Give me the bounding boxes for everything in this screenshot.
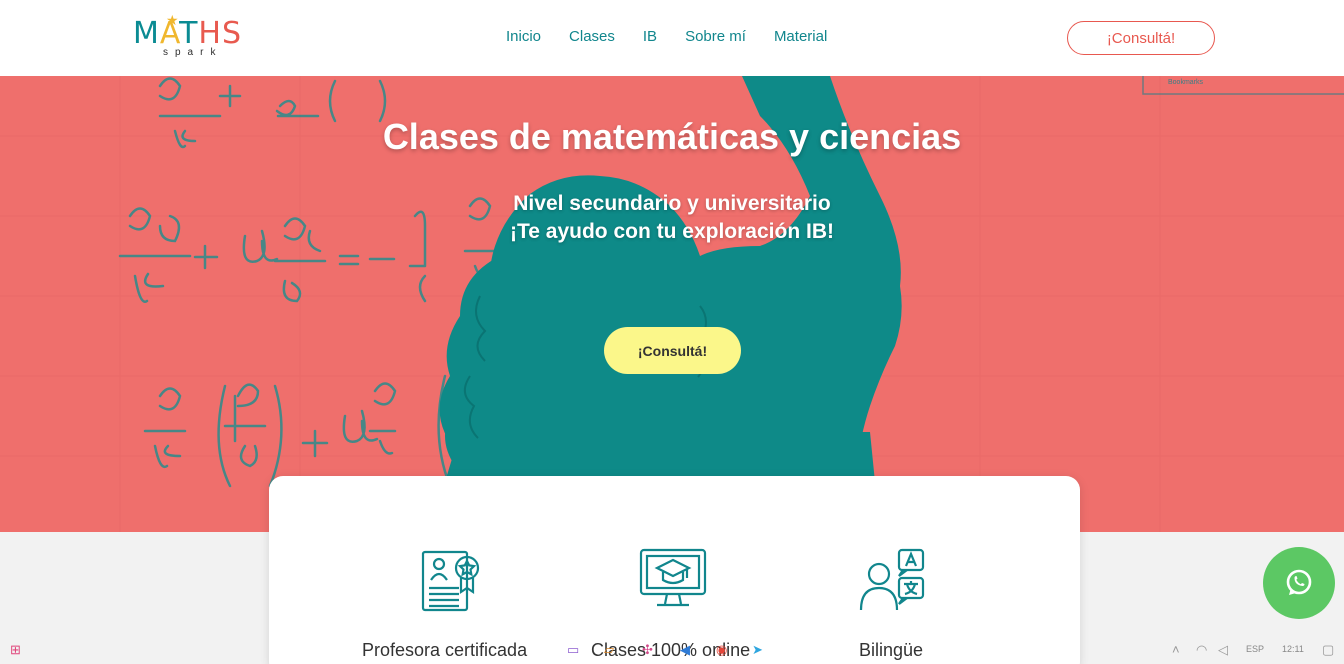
nav-ib[interactable]: IB xyxy=(643,28,657,45)
whatsapp-icon xyxy=(1286,569,1312,595)
hero-consulta-button[interactable]: ¡Consultá! xyxy=(604,327,741,374)
feature-label-online: Clases 100% online xyxy=(591,640,751,660)
nav-material[interactable]: Material xyxy=(774,28,827,45)
tray-chevron-icon[interactable]: ˄ xyxy=(1172,642,1180,657)
notification-icon[interactable]: ▢ xyxy=(1322,642,1334,658)
volume-icon[interactable]: ◁ xyxy=(1218,642,1228,658)
nav-inicio[interactable]: Inicio xyxy=(506,28,541,45)
main-nav: Inicio Clases IB Sobre mí Material xyxy=(506,28,827,45)
header-consulta-button[interactable]: ¡Consultá! xyxy=(1067,21,1215,55)
nav-sobre-mi[interactable]: Sobre mí xyxy=(685,28,746,45)
feature-bilingue xyxy=(859,546,927,612)
wifi-icon[interactable]: ◠ xyxy=(1196,642,1207,658)
bookmark-text: Bookmarks xyxy=(1168,79,1204,86)
feature-label-certificada: Profesora certificada xyxy=(362,640,528,660)
logo-wordmark: MATHS xyxy=(133,16,243,51)
hero-subtitle-line1: Nivel secundario y universitario xyxy=(513,192,831,215)
feature-label-bilingue: Bilingüe xyxy=(859,640,924,660)
logo-star-icon: ★ xyxy=(166,12,179,28)
online-class-icon xyxy=(639,548,707,607)
logo-subtitle: spark xyxy=(163,47,223,58)
keyboard-language[interactable]: ESP xyxy=(1246,644,1264,654)
nav-clases[interactable]: Clases xyxy=(569,28,615,45)
taskbar-clock[interactable]: 12:11 xyxy=(1282,644,1304,654)
whatsapp-button[interactable] xyxy=(1263,547,1335,619)
feature-online xyxy=(639,546,707,610)
hero-title: Clases de matemáticas y ciencias xyxy=(382,116,962,157)
certificate-icon xyxy=(421,550,480,612)
hero-banner: Bookmarks Clases de matemáticas y cienci… xyxy=(0,76,1344,532)
maths-spark-logo[interactable]: MATHS ★ spark xyxy=(133,12,255,60)
features-card: Profesora certificada Clases 100% online xyxy=(269,476,1080,664)
hero-subtitle-line2: ¡Te ayudo con tu exploración IB! xyxy=(510,220,834,243)
hero-subtitle: Nivel secundario y universitario ¡Te ayu… xyxy=(0,190,1344,246)
windows-start-icon[interactable]: ⊞ xyxy=(10,642,21,658)
feature-certificada xyxy=(419,546,485,614)
bilingual-icon xyxy=(859,548,925,611)
site-header: MATHS ★ spark Inicio Clases IB Sobre mí … xyxy=(0,0,1344,76)
